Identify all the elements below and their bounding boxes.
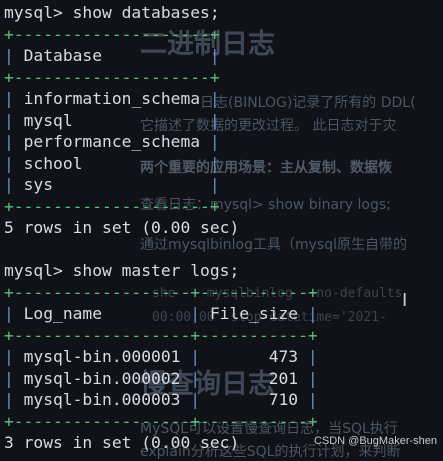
file-size: 473: [268, 347, 299, 366]
table-row: | information_schema |: [4, 89, 220, 108]
file-size: 201: [268, 368, 299, 388]
table-border: +--------------------+: [4, 196, 220, 216]
command-show-master-logs: mysql> show master logs;: [4, 261, 240, 280]
column-header-database: Database: [23, 46, 103, 65]
table-row: | mysql-bin.000002 | 201 |: [4, 368, 318, 388]
database-name: mysql: [23, 110, 73, 130]
table-border: +------------------+-----------+: [4, 325, 318, 345]
table-row: | performance_schema |: [4, 132, 220, 151]
table-row: | sys |: [4, 175, 220, 194]
result-summary: 3 rows in set (0.00 sec): [4, 433, 240, 452]
table-row: | school |: [4, 153, 220, 173]
terminal-output[interactable]: mysql> show databases; +----------------…: [4, 2, 318, 454]
column-header-log-name: Log_name: [23, 304, 103, 323]
file-size: 710: [268, 390, 299, 409]
table-row: | mysql |: [4, 110, 220, 130]
table-header-row: | Database |: [4, 46, 220, 65]
log-name: mysql-bin.000003: [23, 390, 181, 409]
database-name: information_schema: [23, 89, 201, 108]
log-name: mysql-bin.000001: [23, 347, 181, 366]
table-row: | mysql-bin.000001 | 473 |: [4, 347, 318, 366]
text-cursor-icon: I: [402, 290, 408, 311]
column-header-file-size: File_size: [209, 304, 299, 323]
table-border: +--------------------+: [4, 24, 220, 44]
log-name: mysql-bin.000002: [23, 368, 181, 388]
table-header-row: | Log_name | File_size |: [4, 304, 318, 323]
table-row: | mysql-bin.000003 | 710 |: [4, 390, 318, 409]
database-name: sys: [23, 175, 54, 194]
database-name: school: [23, 153, 83, 173]
result-summary: 5 rows in set (0.00 sec): [4, 218, 240, 237]
watermark: CSDN @BugMaker-shen: [313, 435, 437, 447]
database-name: performance_schema: [23, 132, 201, 151]
table-border: +------------------+-----------+: [4, 282, 318, 302]
table-border: +--------------------+: [4, 67, 220, 87]
command-show-databases: mysql> show databases;: [4, 3, 220, 22]
table-border: +------------------+-----------+: [4, 411, 318, 431]
